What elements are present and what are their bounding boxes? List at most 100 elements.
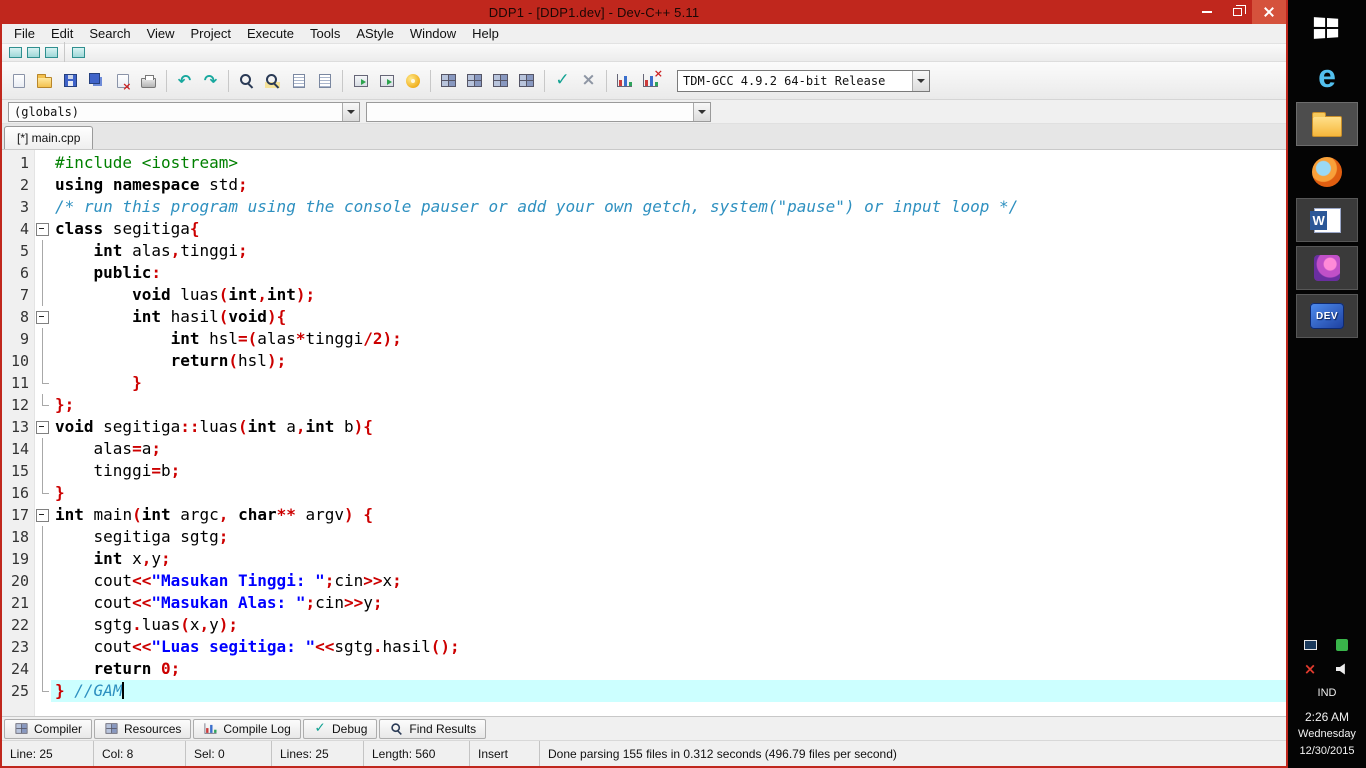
code-line-24[interactable]: 24 return 0; (2, 658, 1286, 680)
restore-button[interactable] (1222, 0, 1252, 24)
members-combo[interactable] (366, 101, 711, 122)
line-number: 18 (10, 528, 29, 546)
compile-run-button[interactable] (488, 67, 513, 94)
code-line-6[interactable]: 6 public: (2, 262, 1286, 284)
menu-item-tools[interactable]: Tools (302, 25, 348, 42)
language-indicator[interactable]: IND (1318, 687, 1337, 699)
tab-debug[interactable]: Debug (302, 718, 378, 739)
globals-combo[interactable]: (globals) (8, 101, 360, 122)
profile-button[interactable] (612, 67, 637, 94)
start-button[interactable] (1296, 6, 1358, 50)
compile-button[interactable] (436, 67, 461, 94)
clock[interactable]: 2:26 AM Wednesday 12/30/2015 (1298, 709, 1356, 760)
volume-button[interactable] (1333, 661, 1351, 677)
code-line-23[interactable]: 23 cout<<"Luas segitiga: "<<sgtg.hasil()… (2, 636, 1286, 658)
code-line-8[interactable]: 8 int hasil(void){ (2, 306, 1286, 328)
code-line-7[interactable]: 7 void luas(int,int); (2, 284, 1286, 306)
code-line-21[interactable]: 21 cout<<"Masukan Alas: ";cin>>y; (2, 592, 1286, 614)
tab-find-results[interactable]: Find Results (379, 718, 487, 739)
menu-item-execute[interactable]: Execute (239, 25, 302, 42)
code-line-10[interactable]: 10 return(hsl); (2, 350, 1286, 372)
code-line-2[interactable]: 2 using namespace std; (2, 174, 1286, 196)
code-line-18[interactable]: 18 segitiga sgtg; (2, 526, 1286, 548)
abort-button[interactable] (576, 67, 601, 94)
tray-display-button[interactable] (1301, 637, 1319, 653)
menu-item-edit[interactable]: Edit (43, 25, 81, 42)
tab-compile-log[interactable]: Compile Log (193, 718, 301, 739)
close-button[interactable] (1252, 0, 1286, 24)
tab-main-cpp[interactable]: [*] main.cpp (4, 126, 94, 149)
code-line-13[interactable]: 13 void segitiga::luas(int a,int b){ (2, 416, 1286, 438)
fold-open-marker[interactable] (34, 218, 51, 240)
goto-bookmark-button[interactable] (42, 45, 60, 60)
internet-explorer-button[interactable] (1296, 54, 1358, 98)
tab-resources[interactable]: Resources (94, 718, 192, 739)
titlebar[interactable]: DDP1 - [DDP1.dev] - Dev-C++ 5.11 (2, 0, 1286, 24)
code-line-12[interactable]: 12}; (2, 394, 1286, 416)
run-button[interactable] (462, 67, 487, 94)
devcpp-button[interactable] (1296, 294, 1358, 338)
code-line-1[interactable]: 1 #include <iostream> (2, 152, 1286, 174)
insert-snippet-button[interactable] (400, 67, 425, 94)
code-line-19[interactable]: 19 int x,y; (2, 548, 1286, 570)
find-next-button[interactable] (286, 67, 311, 94)
code-line-5[interactable]: 5 int alas,tinggi; (2, 240, 1286, 262)
code-line-11[interactable]: 11 } (2, 372, 1286, 394)
fold-open-marker[interactable] (34, 504, 51, 526)
menu-item-search[interactable]: Search (81, 25, 138, 42)
new-source-button[interactable] (6, 67, 31, 94)
code-line-9[interactable]: 9 int hsl=(alas*tinggi/2); (2, 328, 1286, 350)
find-button[interactable] (234, 67, 259, 94)
line-number: 12 (10, 396, 29, 414)
fold-open-marker[interactable] (34, 306, 51, 328)
code-line-22[interactable]: 22 sgtg.luas(x,y); (2, 614, 1286, 636)
tab-compiler[interactable]: Compiler (4, 718, 93, 739)
code-line-14[interactable]: 14 alas=a; (2, 438, 1286, 460)
code-line-3[interactable]: 3 /* run this program using the console p… (2, 196, 1286, 218)
replace-button[interactable] (260, 67, 285, 94)
add-to-project-button[interactable] (348, 67, 373, 94)
menu-item-help[interactable]: Help (464, 25, 507, 42)
code-text: int x,y; (93, 549, 171, 568)
remove-from-project-button[interactable] (374, 67, 399, 94)
menu-item-astyle[interactable]: AStyle (348, 25, 402, 42)
code-line-16[interactable]: 16} (2, 482, 1286, 504)
menu-item-file[interactable]: File (6, 25, 43, 42)
photos-app-button[interactable] (1296, 246, 1358, 290)
code-area[interactable]: 1 #include <iostream> 2 using namespace std… (2, 150, 1286, 716)
redo-button[interactable] (198, 67, 223, 94)
syntax-check-button[interactable] (550, 67, 575, 94)
delete-profiling-button[interactable] (638, 67, 663, 94)
insert-button[interactable] (6, 45, 24, 60)
save-all-button[interactable] (84, 67, 109, 94)
menu-item-window[interactable]: Window (402, 25, 464, 42)
fold-line-marker (34, 262, 51, 284)
code-line-15[interactable]: 15 tinggi=b; (2, 460, 1286, 482)
undo-button[interactable] (172, 67, 197, 94)
compiler-combo[interactable]: TDM-GCC 4.9.2 64-bit Release (677, 69, 930, 92)
menu-item-project[interactable]: Project (183, 25, 239, 42)
file-explorer-button[interactable] (1296, 102, 1358, 146)
code-text: alas=a; (55, 439, 161, 458)
save-button[interactable] (58, 67, 83, 94)
open-button[interactable] (32, 67, 57, 94)
toggle-bookmark-button[interactable] (24, 45, 42, 60)
goto-line-button[interactable] (312, 67, 337, 94)
tray-remove-button[interactable] (1301, 661, 1319, 677)
code-line-25[interactable]: 25} //GAM (2, 680, 1286, 702)
print-button[interactable] (136, 67, 161, 94)
code-line-4[interactable]: 4 class segitiga{ (2, 218, 1286, 240)
code-line-17[interactable]: 17 int main(int argc, char** argv) { (2, 504, 1286, 526)
minimize-button[interactable] (1192, 0, 1222, 24)
word-button[interactable] (1296, 198, 1358, 242)
close-file-button[interactable] (110, 67, 135, 94)
firefox-button[interactable] (1296, 150, 1358, 194)
status-cell-0: Line: 25 (2, 741, 94, 766)
rebuild-button[interactable] (514, 67, 539, 94)
fold-open-marker[interactable] (34, 416, 51, 438)
code-line-20[interactable]: 20 cout<<"Masukan Tinggi: ";cin>>x; (2, 570, 1286, 592)
tab-resources-label: Resources (124, 721, 182, 736)
astyle-format-button[interactable] (69, 45, 87, 60)
menu-item-view[interactable]: View (139, 25, 183, 42)
tray-app-button[interactable] (1333, 637, 1351, 653)
